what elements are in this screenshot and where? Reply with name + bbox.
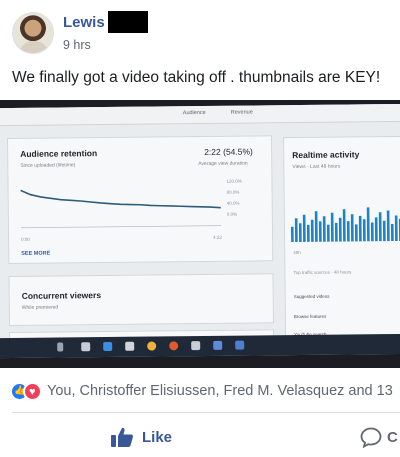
concurrent-card: Concurrent viewers While premiered [8,273,274,327]
realtime-bar [302,214,306,242]
realtime-bar [298,223,302,243]
realtime-bar [374,217,378,242]
edge-icon [103,341,113,352]
realtime-bar [330,212,334,242]
realtime-bar [318,221,322,242]
retention-stat-caption: Average view duration [198,160,248,168]
y-tick: 0.0% [226,211,238,217]
realtime-bar [326,224,330,242]
thumbs-up-icon [111,427,134,447]
realtime-bar [342,209,346,242]
realtime-bar [366,207,370,242]
retention-chart [20,189,221,229]
realtime-bar [314,211,318,242]
x-start-tick: 0:00 [21,236,30,242]
comment-button[interactable]: C [360,423,400,451]
author-name[interactable]: Lewis [63,14,105,31]
retention-curve [20,189,221,209]
realtime-bar [386,210,390,242]
comment-label: C [387,429,398,446]
y-tick: 40.0% [226,200,240,206]
post-timestamp[interactable]: 9 hrs [63,38,91,52]
task-view-icon [81,342,91,352]
shield-icon [213,340,223,350]
windows-taskbar [0,333,400,359]
reaction-names[interactable]: You, Christoffer Elisiussen, Fred M. Vel… [47,383,393,399]
traffic-source: Browse features [293,313,327,320]
divider [12,412,400,413]
author-avatar[interactable] [12,12,54,54]
realtime-subtitle: Views · Last 48 hours [292,163,341,171]
like-button[interactable]: Like [110,423,200,451]
like-label: Like [142,429,173,446]
traffic-source: Suggested videos [293,293,330,300]
realtime-bar [350,214,354,242]
realtime-bar [310,219,314,242]
realtime-bar [354,224,358,242]
post-photo[interactable]: Audience Revenue Audience retention Sinc… [0,100,400,368]
realtime-bar [346,221,350,242]
analytics-tabbar: Audience Revenue [0,103,400,127]
realtime-bar [394,215,398,241]
comment-icon [360,427,382,448]
see-more-link: SEE MORE [21,250,51,257]
tab-audience: Audience [182,109,206,117]
realtime-bar [334,222,338,242]
app-icon [235,340,245,350]
realtime-card: Realtime activity Views · Last 48 hours … [283,135,400,348]
retention-subtitle: Since uploaded (lifetime) [20,162,76,169]
realtime-title: Realtime activity [292,149,360,161]
concurrent-title: Concurrent viewers [21,290,102,301]
realtime-bar [306,224,310,242]
realtime-bar [294,218,298,243]
facebook-post: Lewis 9 hrs We finally got a video takin… [0,0,400,457]
store-icon [125,341,135,351]
realtime-bar [370,222,374,242]
y-tick: 80.0% [226,189,240,195]
realtime-bar [362,219,366,242]
chrome-icon [147,341,157,351]
firefox-icon [169,341,179,351]
realtime-axis-label: 48h [293,249,301,256]
realtime-bar [382,220,386,242]
retention-stat: 2:22 (54.5%) [204,146,253,157]
analytics-screen: Audience Revenue Audience retention Sinc… [0,103,400,359]
mic-icon [57,342,64,352]
realtime-bar [338,217,342,242]
traffic-header: Top traffic sources · 48 hours [293,269,352,276]
retention-card: Audience retention Since uploaded (lifet… [7,135,274,265]
realtime-bar [358,215,362,242]
retention-baseline [20,225,221,229]
mail-icon [191,341,201,351]
redaction-bar [108,11,148,33]
realtime-bar [390,224,394,242]
realtime-bar [290,226,294,243]
retention-title: Audience retention [20,148,98,159]
tab-revenue: Revenue [230,109,253,116]
realtime-bar [322,216,326,242]
x-end-tick: 4:22 [213,234,222,240]
post-text: We finally got a video taking off . thum… [12,69,381,86]
concurrent-subtitle: While premiered [21,304,59,311]
realtime-bar [378,212,382,242]
y-tick: 120.0% [226,178,242,184]
realtime-bar-chart [290,207,400,243]
love-reaction-icon [23,382,42,401]
